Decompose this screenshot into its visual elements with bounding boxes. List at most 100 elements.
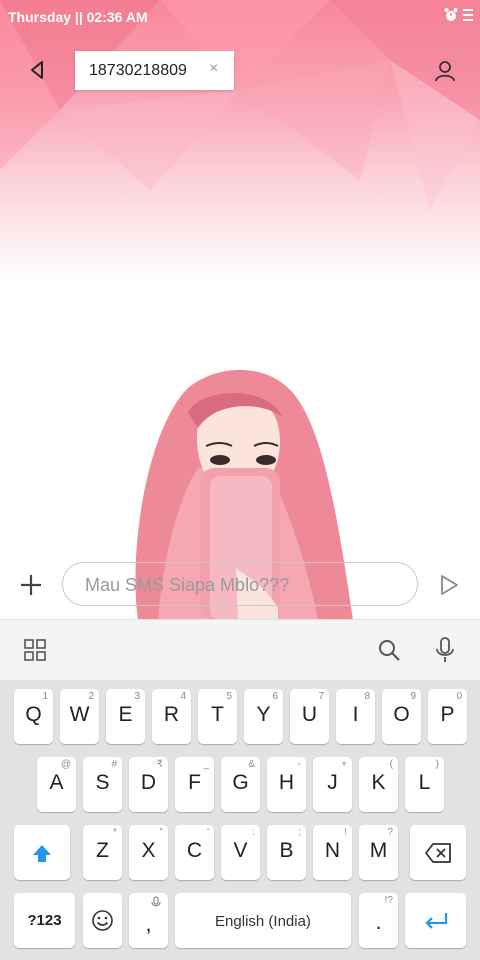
recipient-chip[interactable]: 18730218809 ×: [75, 51, 234, 90]
key-b[interactable]: ; B: [267, 825, 306, 880]
key-label: E: [118, 703, 133, 726]
key-label: O: [393, 703, 410, 726]
alarm-icon: [444, 8, 458, 21]
emoji-smiley-icon: [92, 910, 113, 931]
key-label: L: [418, 771, 431, 794]
message-placeholder: Mau SMS Siapa Mblo???: [85, 575, 290, 595]
key-label: P: [440, 703, 455, 726]
period-hint: !?: [384, 895, 393, 906]
key-hint: +: [341, 759, 347, 770]
key-hint: _: [203, 759, 209, 770]
key-label: Y: [256, 703, 271, 726]
key-label: J: [327, 771, 338, 794]
key-hint: !: [344, 827, 347, 838]
contact-icon[interactable]: [432, 58, 458, 84]
emoji-key[interactable]: [83, 893, 122, 948]
key-j[interactable]: + J: [313, 757, 352, 812]
key-hint: 7: [318, 691, 324, 702]
key-label: B: [279, 839, 294, 862]
key-hint: 4: [180, 691, 186, 702]
key-hint: 0: [456, 691, 462, 702]
recipient-number: 18730218809: [89, 62, 187, 79]
period-key[interactable]: !? .: [359, 893, 398, 948]
key-z[interactable]: * Z: [83, 825, 122, 880]
key-hint: ?: [387, 827, 393, 838]
key-i[interactable]: 8 I: [336, 689, 375, 744]
key-label: Z: [96, 839, 109, 862]
key-u[interactable]: 7 U: [290, 689, 329, 744]
space-key[interactable]: English (India): [175, 893, 351, 948]
notification-list-icon: [463, 9, 473, 21]
symbols-key[interactable]: ?123: [14, 893, 75, 948]
key-hint: 5: [226, 691, 232, 702]
backspace-key[interactable]: [410, 825, 466, 880]
key-r[interactable]: 4 R: [152, 689, 191, 744]
key-hint: *: [113, 827, 117, 838]
search-icon[interactable]: [376, 637, 402, 663]
back-icon[interactable]: [24, 56, 52, 84]
status-icons: [444, 7, 474, 23]
key-l[interactable]: ) L: [405, 757, 444, 812]
sms-compose-screen: Thursday || 02:36 AM 18730218809 × Mau S…: [0, 0, 480, 960]
comma-label: ,: [145, 911, 152, 936]
key-label: A: [49, 771, 64, 794]
key-c[interactable]: ' C: [175, 825, 214, 880]
key-hint: @: [60, 759, 71, 770]
symbols-label: ?123: [27, 912, 62, 929]
key-n[interactable]: ! N: [313, 825, 352, 880]
status-time: Thursday || 02:36 AM: [8, 9, 148, 25]
comma-key[interactable]: ,: [129, 893, 168, 948]
key-label: M: [369, 839, 388, 862]
keyboard-toolbar: [0, 619, 480, 680]
key-d[interactable]: ₹ D: [129, 757, 168, 812]
key-label: K: [371, 771, 386, 794]
key-w[interactable]: 2 W: [60, 689, 99, 744]
key-hint: (: [389, 759, 393, 770]
key-label: I: [352, 703, 359, 726]
key-label: S: [95, 771, 110, 794]
key-hint: &: [248, 759, 255, 770]
period-label: .: [375, 909, 382, 934]
key-hint: :: [252, 827, 255, 838]
key-y[interactable]: 6 Y: [244, 689, 283, 744]
key-hint: 6: [272, 691, 278, 702]
key-p[interactable]: 0 P: [428, 689, 467, 744]
key-label: V: [233, 839, 248, 862]
key-s[interactable]: # S: [83, 757, 122, 812]
send-icon[interactable]: [436, 572, 462, 598]
key-a[interactable]: @ A: [37, 757, 76, 812]
keyboard: 1 Q 2 W 3 E 4 R 5 T 6 Y 7 U 8 I 9 O 0 P …: [0, 680, 480, 960]
key-x[interactable]: " X: [129, 825, 168, 880]
key-label: W: [69, 703, 90, 726]
key-h[interactable]: - H: [267, 757, 306, 812]
apps-grid-icon[interactable]: [23, 638, 47, 662]
key-o[interactable]: 9 O: [382, 689, 421, 744]
enter-key[interactable]: [405, 893, 466, 948]
shift-key[interactable]: [14, 825, 70, 880]
remove-recipient-icon[interactable]: ×: [209, 60, 218, 78]
key-label: X: [141, 839, 156, 862]
key-k[interactable]: ( K: [359, 757, 398, 812]
key-f[interactable]: _ F: [175, 757, 214, 812]
key-hint: #: [111, 759, 117, 770]
wallpaper-facets: [0, 0, 480, 210]
key-label: C: [186, 839, 203, 862]
mic-hint-icon: [151, 896, 161, 907]
key-hint: 8: [364, 691, 370, 702]
key-label: U: [301, 703, 318, 726]
key-hint: 1: [42, 691, 48, 702]
key-q[interactable]: 1 Q: [14, 689, 53, 744]
microphone-icon[interactable]: [432, 636, 458, 664]
key-hint: 2: [88, 691, 94, 702]
key-label: H: [278, 771, 295, 794]
key-label: N: [324, 839, 341, 862]
key-label: G: [232, 771, 249, 794]
key-v[interactable]: : V: [221, 825, 260, 880]
key-m[interactable]: ? M: [359, 825, 398, 880]
key-e[interactable]: 3 E: [106, 689, 145, 744]
key-label: R: [163, 703, 180, 726]
add-attachment-icon[interactable]: [16, 570, 46, 600]
message-input[interactable]: Mau SMS Siapa Mblo???: [62, 562, 418, 606]
key-t[interactable]: 5 T: [198, 689, 237, 744]
key-g[interactable]: & G: [221, 757, 260, 812]
